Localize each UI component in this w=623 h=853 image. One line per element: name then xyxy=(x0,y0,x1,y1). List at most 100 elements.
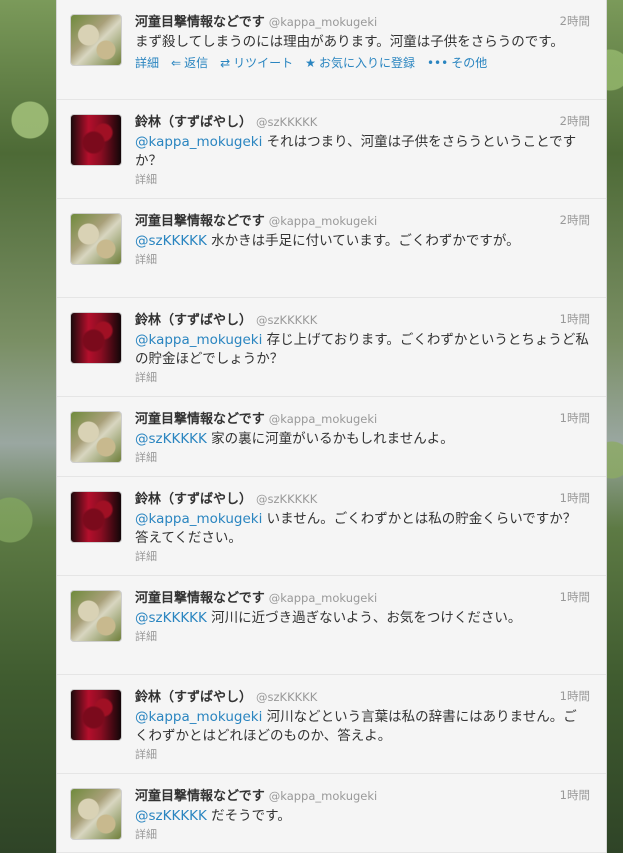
username[interactable]: @kappa_mokugeki xyxy=(269,412,377,426)
tweet-body: まず殺してしまうのには理由があります。河童は子供をさらうのです。 xyxy=(135,34,564,50)
tweet-header: 河童目撃情報などです @kappa_mokugeki 1時間 xyxy=(135,588,590,606)
timestamp[interactable]: 2時間 xyxy=(560,112,590,130)
avatar[interactable] xyxy=(70,590,122,642)
mention-link[interactable]: @szKKKKK xyxy=(135,610,207,626)
timestamp[interactable]: 1時間 xyxy=(560,489,590,507)
details-link[interactable]: 詳細 xyxy=(135,549,590,565)
timestamp[interactable]: 2時間 xyxy=(560,211,590,229)
mention-link[interactable]: @kappa_mokugeki xyxy=(135,511,262,527)
timestamp[interactable]: 2時間 xyxy=(560,12,590,30)
tweet-item[interactable]: 河童目撃情報などです @kappa_mokugeki 2時間まず殺してしまうのには理… xyxy=(57,0,606,100)
timestamp[interactable]: 1時間 xyxy=(560,786,590,804)
display-name[interactable]: 鈴林（すずばやし） xyxy=(135,313,252,328)
tweet-item[interactable]: 鈴林（すずばやし） @szKKKKK 2時間 @kappa_mokugeki それはつ… xyxy=(57,100,606,199)
mention-link[interactable]: @szKKKKK xyxy=(135,808,207,824)
tweet-header: 河童目撃情報などです @kappa_mokugeki 2時間 xyxy=(135,12,590,30)
mention-link[interactable]: @szKKKKK xyxy=(135,431,207,447)
display-name[interactable]: 鈴林（すずばやし） xyxy=(135,690,252,705)
tweet-header: 鈴林（すずばやし） @szKKKKK 1時間 xyxy=(135,310,590,328)
avatar[interactable] xyxy=(70,14,122,66)
username[interactable]: @szKKKKK xyxy=(256,492,317,506)
avatar[interactable] xyxy=(70,312,122,364)
more-icon: ••• xyxy=(426,56,449,70)
details-link[interactable]: 詳細 xyxy=(135,252,590,268)
tweet-content: 河童目撃情報などです @kappa_mokugeki 1時間 @szKKKKK だそう… xyxy=(135,786,590,843)
tweet-content: 河童目撃情報などです @kappa_mokugeki 1時間 @szKKKKK 家の裏… xyxy=(135,409,590,466)
tweet-content: 鈴林（すずばやし） @szKKKKK 1時間 @kappa_mokugeki いません… xyxy=(135,489,590,565)
tweet-item[interactable]: 河童目撃情報などです @kappa_mokugeki 1時間 @szKKKKK 河川に… xyxy=(57,576,606,675)
tweet-item[interactable]: 河童目撃情報などです @kappa_mokugeki 1時間 @szKKKKK だそう… xyxy=(57,774,606,853)
details-link[interactable]: 詳細 xyxy=(135,827,590,843)
details-link[interactable]: 詳細 xyxy=(135,172,590,188)
username[interactable]: @szKKKKK xyxy=(256,690,317,704)
display-name[interactable]: 鈴林（すずばやし） xyxy=(135,115,252,130)
reply-button[interactable]: ⇐ 返信 xyxy=(171,55,208,71)
details-link[interactable]: 詳細 xyxy=(135,370,590,386)
tweet-item[interactable]: 鈴林（すずばやし） @szKKKKK 1時間 @kappa_mokugeki 河川など… xyxy=(57,675,606,774)
display-name[interactable]: 河童目撃情報などです xyxy=(135,789,265,804)
tweet-text: @szKKKKK 河川に近づき過ぎないよう、お気をつけください。 xyxy=(135,609,590,628)
avatar[interactable] xyxy=(70,788,122,840)
mention-link[interactable]: @kappa_mokugeki xyxy=(135,332,262,348)
tweet-header: 鈴林（すずばやし） @szKKKKK 1時間 xyxy=(135,489,590,507)
reply-icon: ⇐ xyxy=(171,56,182,70)
display-name[interactable]: 河童目撃情報などです xyxy=(135,412,265,427)
more-label: その他 xyxy=(451,56,488,70)
favorite-icon: ★ xyxy=(305,56,316,70)
tweet-content: 河童目撃情報などです @kappa_mokugeki 2時間 @szKKKKK 水かき… xyxy=(135,211,590,268)
tweet-text: @szKKKKK だそうです。 xyxy=(135,807,590,826)
mention-link[interactable]: @szKKKKK xyxy=(135,233,207,249)
username[interactable]: @kappa_mokugeki xyxy=(269,789,377,803)
avatar[interactable] xyxy=(70,213,122,265)
tweet-item[interactable]: 河童目撃情報などです @kappa_mokugeki 2時間 @szKKKKK 水かき… xyxy=(57,199,606,298)
tweet-header: 鈴林（すずばやし） @szKKKKK 1時間 xyxy=(135,687,590,705)
username[interactable]: @kappa_mokugeki xyxy=(269,214,377,228)
retweet-icon: ⇄ xyxy=(220,56,231,70)
tweet-body: 家の裏に河童がいるかもしれませんよ。 xyxy=(206,431,454,447)
avatar[interactable] xyxy=(70,411,122,463)
avatar[interactable] xyxy=(70,114,122,166)
more-button[interactable]: ••• その他 xyxy=(427,55,487,71)
display-name[interactable]: 河童目撃情報などです xyxy=(135,214,265,229)
tweet-content: 鈴林（すずばやし） @szKKKKK 1時間 @kappa_mokugeki 河川など… xyxy=(135,687,590,763)
tweet-content: 河童目撃情報などです @kappa_mokugeki 1時間 @szKKKKK 河川に… xyxy=(135,588,590,645)
username[interactable]: @szKKKKK xyxy=(256,313,317,327)
mention-link[interactable]: @kappa_mokugeki xyxy=(135,134,262,150)
tweet-content: 鈴林（すずばやし） @szKKKKK 1時間 @kappa_mokugeki 存じ上げ… xyxy=(135,310,590,386)
timestamp[interactable]: 1時間 xyxy=(560,687,590,705)
display-name[interactable]: 河童目撃情報などです xyxy=(135,15,265,30)
tweet-body: 水かきは手足に付いています。ごくわずかですが。 xyxy=(206,233,520,249)
tweet-item[interactable]: 鈴林（すずばやし） @szKKKKK 1時間 @kappa_mokugeki 存じ上げ… xyxy=(57,298,606,397)
tweet-timeline: 河童目撃情報などです @kappa_mokugeki 2時間 まず殺してしまうのには理… xyxy=(56,0,607,853)
timestamp[interactable]: 1時間 xyxy=(560,409,590,427)
avatar[interactable] xyxy=(70,689,122,741)
avatar[interactable] xyxy=(70,491,122,543)
retweet-label: リツイート xyxy=(233,56,294,70)
username[interactable]: @kappa_mokugeki xyxy=(269,15,377,29)
tweet-text: @kappa_mokugeki それはつまり、河童は子供をさらうということですか… xyxy=(135,133,590,171)
retweet-button[interactable]: ⇄ リツイート xyxy=(220,55,293,71)
tweet-item[interactable]: 鈴林（すずばやし） @szKKKKK 1時間 @kappa_mokugeki いません… xyxy=(57,477,606,576)
display-name[interactable]: 河童目撃情報などです xyxy=(135,591,265,606)
reply-label: 返信 xyxy=(184,56,209,70)
details-link[interactable]: 詳細 xyxy=(135,55,159,71)
tweet-text: @kappa_mokugeki 河川などという言葉は私の辞書にはありません。ごく… xyxy=(135,708,590,746)
tweet-content: 鈴林（すずばやし） @szKKKKK 2時間 @kappa_mokugeki それはつ… xyxy=(135,112,590,188)
tweet-header: 鈴林（すずばやし） @szKKKKK 2時間 xyxy=(135,112,590,130)
tweet-text: @szKKKKK 水かきは手足に付いています。ごくわずかですが。 xyxy=(135,232,590,251)
tweet-item[interactable]: 河童目撃情報などです @kappa_mokugeki 1時間 @szKKKKK 家の裏… xyxy=(57,397,606,477)
details-link[interactable]: 詳細 xyxy=(135,450,590,466)
tweet-text: @kappa_mokugeki いません。ごくわずかとは私の貯金くらいですか？ … xyxy=(135,510,590,548)
timestamp[interactable]: 1時間 xyxy=(560,310,590,328)
mention-link[interactable]: @kappa_mokugeki xyxy=(135,709,262,725)
username[interactable]: @szKKKKK xyxy=(256,115,317,129)
tweet-header: 河童目撃情報などです @kappa_mokugeki 1時間 xyxy=(135,786,590,804)
details-link[interactable]: 詳細 xyxy=(135,629,590,645)
details-link[interactable]: 詳細 xyxy=(135,747,590,763)
tweet-body: 河川に近づき過ぎないよう、お気をつけください。 xyxy=(206,610,522,626)
display-name[interactable]: 鈴林（すずばやし） xyxy=(135,492,252,507)
timestamp[interactable]: 1時間 xyxy=(560,588,590,606)
tweet-actions: 詳細 ⇐ 返信 ⇄ リツイート ★ お気に入りに登録 ••• その他 xyxy=(135,55,590,71)
favorite-button[interactable]: ★ お気に入りに登録 xyxy=(305,55,415,71)
username[interactable]: @kappa_mokugeki xyxy=(269,591,377,605)
